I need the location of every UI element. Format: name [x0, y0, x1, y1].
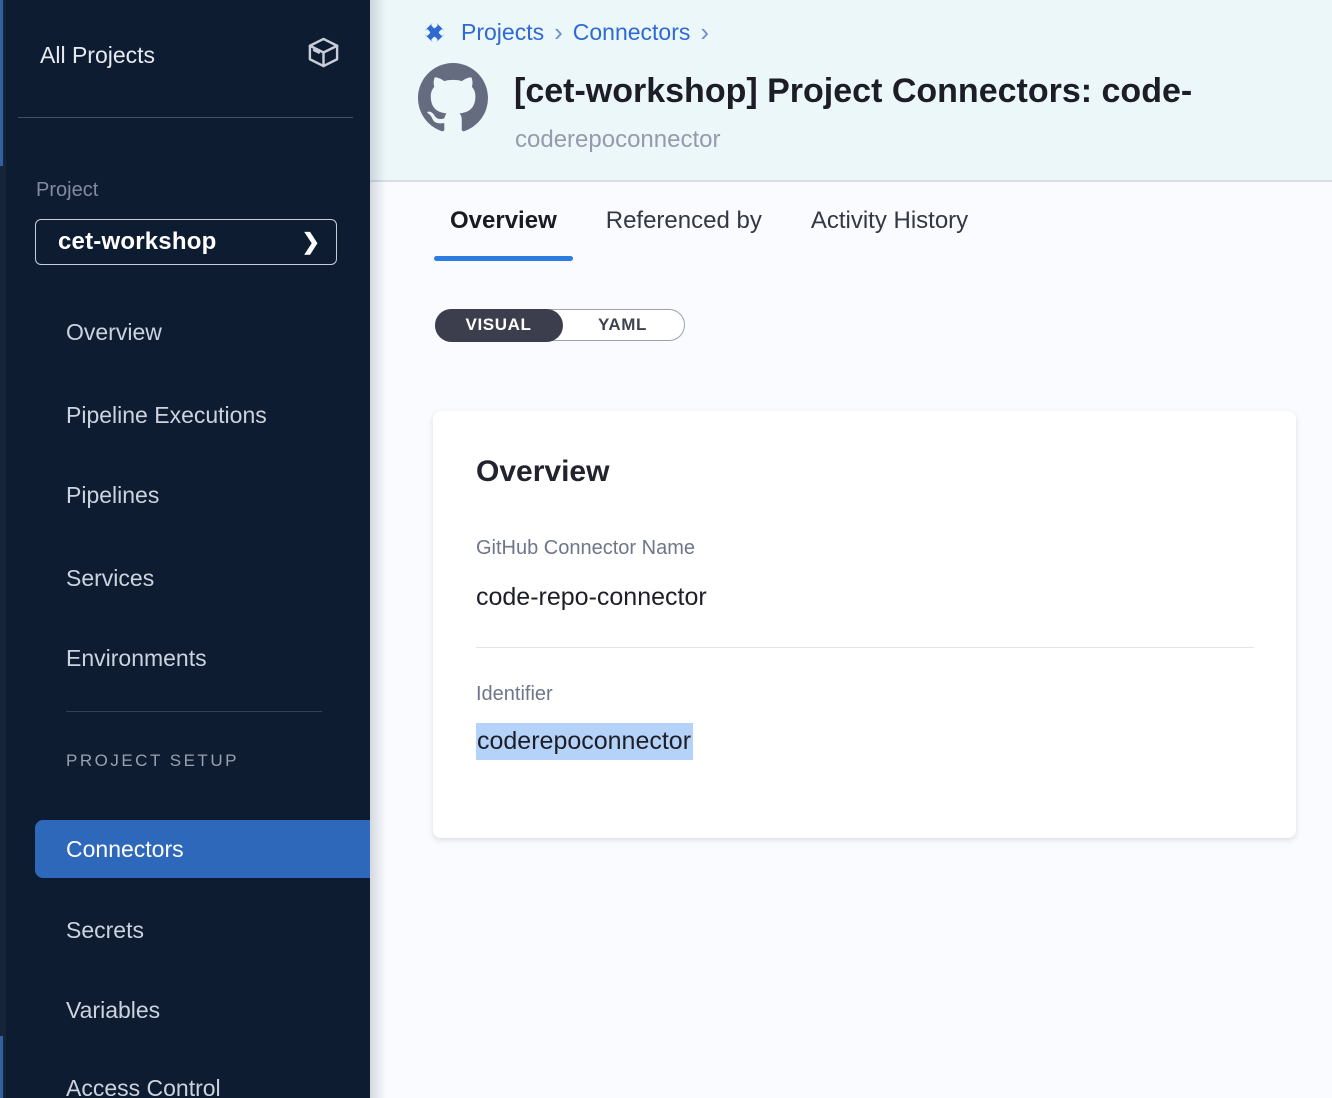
sidebar-item-pipeline-executions[interactable]: Pipeline Executions	[66, 398, 360, 432]
overview-card: Overview GitHub Connector Name code-repo…	[433, 411, 1296, 838]
card-title: Overview	[476, 455, 609, 489]
field-value-identifier: coderepoconnector	[476, 727, 693, 756]
sidebar-section-divider	[66, 711, 322, 712]
sidebar-item-environments[interactable]: Environments	[66, 641, 360, 675]
sidebar-item-connectors[interactable]: Connectors	[35, 820, 370, 878]
tab-activity-history[interactable]: Activity History	[811, 204, 968, 261]
sidebar-item-services[interactable]: Services	[66, 561, 360, 595]
page-title: [cet-workshop] Project Connectors: code-	[514, 72, 1332, 111]
tab-bar: Overview Referenced by Activity History	[450, 204, 968, 261]
field-label-connector-name: GitHub Connector Name	[476, 537, 695, 560]
breadcrumb-link-projects[interactable]: Projects	[461, 19, 544, 46]
breadcrumb-separator-icon: ›	[700, 21, 709, 44]
project-selector[interactable]: cet-workshop ❯	[35, 219, 337, 265]
sidebar: All Projects Project cet-workshop ❯ Over…	[0, 0, 370, 1098]
harness-breadcrumb-icon	[418, 16, 451, 49]
page-identifier: coderepoconnector	[515, 126, 720, 154]
sidebar-item-access-control[interactable]: Access Control	[66, 1071, 360, 1098]
project-selector-value: cet-workshop	[58, 228, 216, 256]
main-content: Overview Referenced by Activity History …	[370, 184, 1332, 1098]
tab-referenced-by[interactable]: Referenced by	[606, 204, 762, 261]
github-connector-icon	[418, 63, 488, 133]
page-header: Projects › Connectors › [cet-workshop] P…	[370, 0, 1332, 182]
sidebar-edge-accent-bottom	[0, 1036, 3, 1098]
breadcrumb: Projects › Connectors ›	[418, 16, 709, 49]
toggle-visual-button[interactable]: VISUAL	[435, 309, 563, 342]
project-section-label: Project	[36, 179, 98, 202]
visual-yaml-toggle: VISUAL YAML	[435, 309, 685, 341]
tab-overview[interactable]: Overview	[450, 204, 557, 261]
sidebar-item-connectors-label: Connectors	[66, 820, 184, 878]
selected-identifier-text: coderepoconnector	[476, 723, 693, 760]
project-cube-icon[interactable]	[305, 34, 342, 76]
chevron-right-icon: ❯	[302, 229, 320, 255]
card-divider	[476, 647, 1254, 648]
field-label-identifier: Identifier	[476, 683, 553, 706]
sidebar-item-secrets[interactable]: Secrets	[66, 913, 360, 947]
sidebar-divider	[18, 117, 353, 118]
sidebar-edge-accent-top	[0, 0, 3, 166]
field-value-connector-name: code-repo-connector	[476, 583, 707, 612]
breadcrumb-separator-icon: ›	[554, 21, 563, 44]
sidebar-item-overview[interactable]: Overview	[66, 315, 360, 349]
sidebar-item-variables[interactable]: Variables	[66, 993, 360, 1027]
project-setup-heading: PROJECT SETUP	[66, 751, 239, 771]
all-projects-label: All Projects	[40, 42, 155, 69]
all-projects-row[interactable]: All Projects	[40, 34, 342, 76]
breadcrumb-link-connectors[interactable]: Connectors	[573, 19, 691, 46]
toggle-yaml-button[interactable]: YAML	[561, 310, 684, 340]
sidebar-item-pipelines[interactable]: Pipelines	[66, 478, 360, 512]
